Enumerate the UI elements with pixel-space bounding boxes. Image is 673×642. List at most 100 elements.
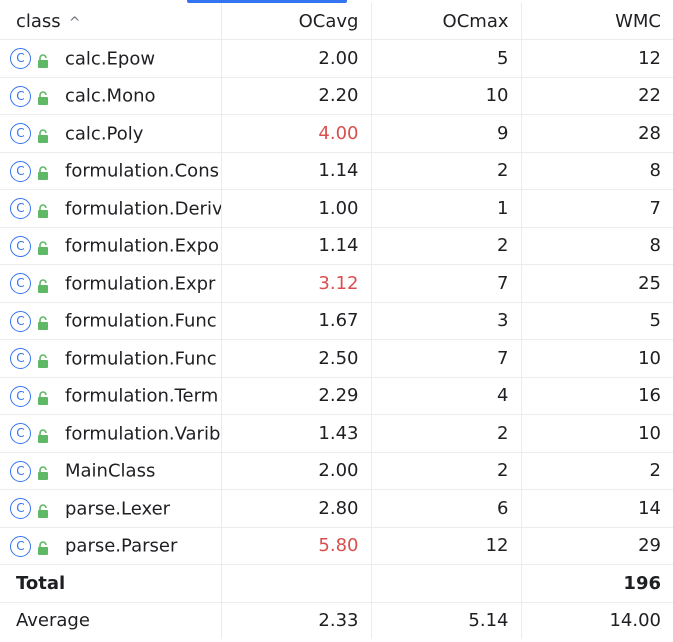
total-row[interactable]: Total 196 bbox=[0, 564, 673, 603]
wmc-cell: 12 bbox=[521, 39, 673, 78]
table-row[interactable]: Cparse.Lexer 2.80 6 14 bbox=[0, 489, 673, 528]
table-row[interactable]: Cformulation.Func 1.67 3 5 bbox=[0, 302, 673, 340]
class-name: parse.Parser bbox=[65, 535, 178, 557]
ocavg-cell: 3.12 bbox=[221, 264, 372, 303]
total-ocmax bbox=[371, 564, 522, 603]
total-ocavg bbox=[221, 564, 372, 603]
class-name-cell[interactable]: C MainClass bbox=[0, 452, 222, 490]
public-lock-icon bbox=[36, 89, 50, 105]
ocmax-cell: 6 bbox=[371, 489, 522, 528]
table-row[interactable]: Cformulation.Deriv 1.00 1 7 bbox=[0, 189, 673, 228]
class-name: formulation.Expo bbox=[65, 235, 220, 257]
table-row[interactable]: Cformulation.Func 2.50 7 10 bbox=[0, 339, 673, 378]
public-lock-icon bbox=[36, 52, 50, 68]
average-label: Average bbox=[0, 602, 222, 639]
class-name: formulation.Func bbox=[65, 348, 217, 369]
ocmax-cell: 2 bbox=[371, 227, 522, 265]
table-row[interactable]: Ccalc.Epow 2.00 5 12 bbox=[0, 39, 673, 78]
column-header-class[interactable]: class ^ bbox=[0, 3, 222, 40]
wmc-cell: 22 bbox=[521, 77, 673, 115]
public-lock-icon bbox=[36, 427, 50, 443]
class-icon: C bbox=[10, 273, 31, 294]
ocavg-cell: 1.14 bbox=[221, 152, 372, 190]
class-name: formulation.Deriv bbox=[65, 198, 221, 219]
class-name-cell[interactable]: Cformulation.Expo bbox=[0, 227, 222, 265]
class-name: calc.Epow bbox=[65, 48, 156, 69]
public-lock-icon bbox=[36, 239, 50, 255]
wmc-cell: 29 bbox=[521, 527, 673, 565]
ocmax-cell: 2 bbox=[371, 414, 522, 453]
table-row[interactable]: Cformulation.Varib 1.43 2 10 bbox=[0, 414, 673, 453]
class-icon: C bbox=[10, 535, 31, 557]
class-name-cell[interactable]: Cparse.Lexer bbox=[0, 489, 222, 528]
total-label: Total bbox=[0, 564, 222, 603]
table-row[interactable]: Cparse.Parser 5.80 12 29 bbox=[0, 527, 673, 565]
wmc-cell: 10 bbox=[521, 414, 673, 453]
class-name-cell[interactable]: Cparse.Parser bbox=[0, 527, 222, 565]
public-lock-icon bbox=[36, 539, 50, 555]
wmc-cell: 7 bbox=[521, 189, 673, 228]
metrics-table: class ^ OCavg OCmax WMC Ccalc.Epow 2.00 5 12… bbox=[0, 3, 673, 639]
class-icon: C bbox=[10, 310, 31, 332]
total-wmc: 196 bbox=[521, 564, 673, 603]
ocmax-cell: 4 bbox=[371, 377, 522, 415]
public-lock-icon bbox=[36, 314, 50, 330]
class-name: formulation.Func bbox=[65, 310, 217, 332]
ocavg-cell: 2.80 bbox=[221, 489, 372, 528]
wmc-cell: 2 bbox=[521, 452, 673, 490]
class-name-cell[interactable]: Ccalc.Poly bbox=[0, 114, 222, 153]
public-lock-icon bbox=[36, 389, 50, 405]
class-icon: C bbox=[10, 460, 31, 482]
column-header-ocavg[interactable]: OCavg bbox=[221, 3, 372, 40]
class-name-cell[interactable]: Cformulation.Func bbox=[0, 339, 222, 378]
class-name-cell[interactable]: Cformulation.Func bbox=[0, 302, 222, 340]
public-lock-icon bbox=[36, 352, 50, 368]
column-header-wmc[interactable]: WMC bbox=[521, 3, 673, 40]
wmc-cell: 28 bbox=[521, 114, 673, 153]
class-name-cell[interactable]: Cformulation.Deriv bbox=[0, 189, 222, 228]
ocmax-cell: 10 bbox=[371, 77, 522, 115]
wmc-cell: 8 bbox=[521, 227, 673, 265]
public-lock-icon bbox=[36, 127, 50, 143]
class-name: calc.Mono bbox=[65, 85, 156, 107]
class-icon: C bbox=[10, 498, 31, 519]
ocavg-cell: 1.00 bbox=[221, 189, 372, 228]
class-name: MainClass bbox=[65, 460, 156, 482]
class-name-cell[interactable]: Cformulation.Cons bbox=[0, 152, 222, 190]
class-name-cell[interactable]: Cformulation.Term bbox=[0, 377, 222, 415]
column-header-ocmax[interactable]: OCmax bbox=[371, 3, 522, 40]
ocavg-cell: 1.14 bbox=[221, 227, 372, 265]
ocmax-cell: 3 bbox=[371, 302, 522, 340]
class-icon: C bbox=[10, 385, 31, 407]
class-icon: C bbox=[10, 235, 31, 257]
table-row[interactable]: Cformulation.Term 2.29 4 16 bbox=[0, 377, 673, 415]
ocmax-cell: 1 bbox=[371, 189, 522, 228]
class-icon: C bbox=[10, 160, 31, 182]
table-row[interactable]: C MainClass 2.00 2 2 bbox=[0, 452, 673, 490]
table-row[interactable]: Cformulation.Cons 1.14 2 8 bbox=[0, 152, 673, 190]
public-lock-icon bbox=[36, 202, 50, 218]
table-row[interactable]: Cformulation.Expo 1.14 2 8 bbox=[0, 227, 673, 265]
table-row[interactable]: Ccalc.Mono 2.20 10 22 bbox=[0, 77, 673, 115]
class-name-cell[interactable]: Ccalc.Epow bbox=[0, 39, 222, 78]
wmc-cell: 8 bbox=[521, 152, 673, 190]
wmc-cell: 16 bbox=[521, 377, 673, 415]
class-icon: C bbox=[10, 423, 31, 444]
ocmax-cell: 7 bbox=[371, 339, 522, 378]
class-name-cell[interactable]: Cformulation.Expr bbox=[0, 264, 222, 303]
table-row[interactable]: Ccalc.Poly 4.00 9 28 bbox=[0, 114, 673, 153]
average-wmc: 14.00 bbox=[609, 610, 661, 632]
ocavg-cell: 2.50 bbox=[221, 339, 372, 378]
average-row[interactable]: Average 2.33 5.14 14.00 bbox=[0, 602, 673, 639]
ocmax-cell: 12 bbox=[371, 527, 522, 565]
class-name-cell[interactable]: Cformulation.Varib bbox=[0, 414, 222, 453]
class-name: calc.Poly bbox=[65, 123, 144, 144]
table-row[interactable]: Cformulation.Expr 3.12 7 25 bbox=[0, 264, 673, 303]
class-name-cell[interactable]: Ccalc.Mono bbox=[0, 77, 222, 115]
ocavg-cell: 4.00 bbox=[221, 114, 372, 153]
sort-ascending-icon[interactable]: ^ bbox=[69, 15, 81, 31]
header-row: class ^ OCavg OCmax WMC bbox=[0, 3, 673, 40]
ocavg-cell: 2.29 bbox=[221, 377, 372, 415]
ocavg-cell: 2.20 bbox=[221, 77, 372, 115]
column-header-label: class bbox=[16, 10, 61, 32]
